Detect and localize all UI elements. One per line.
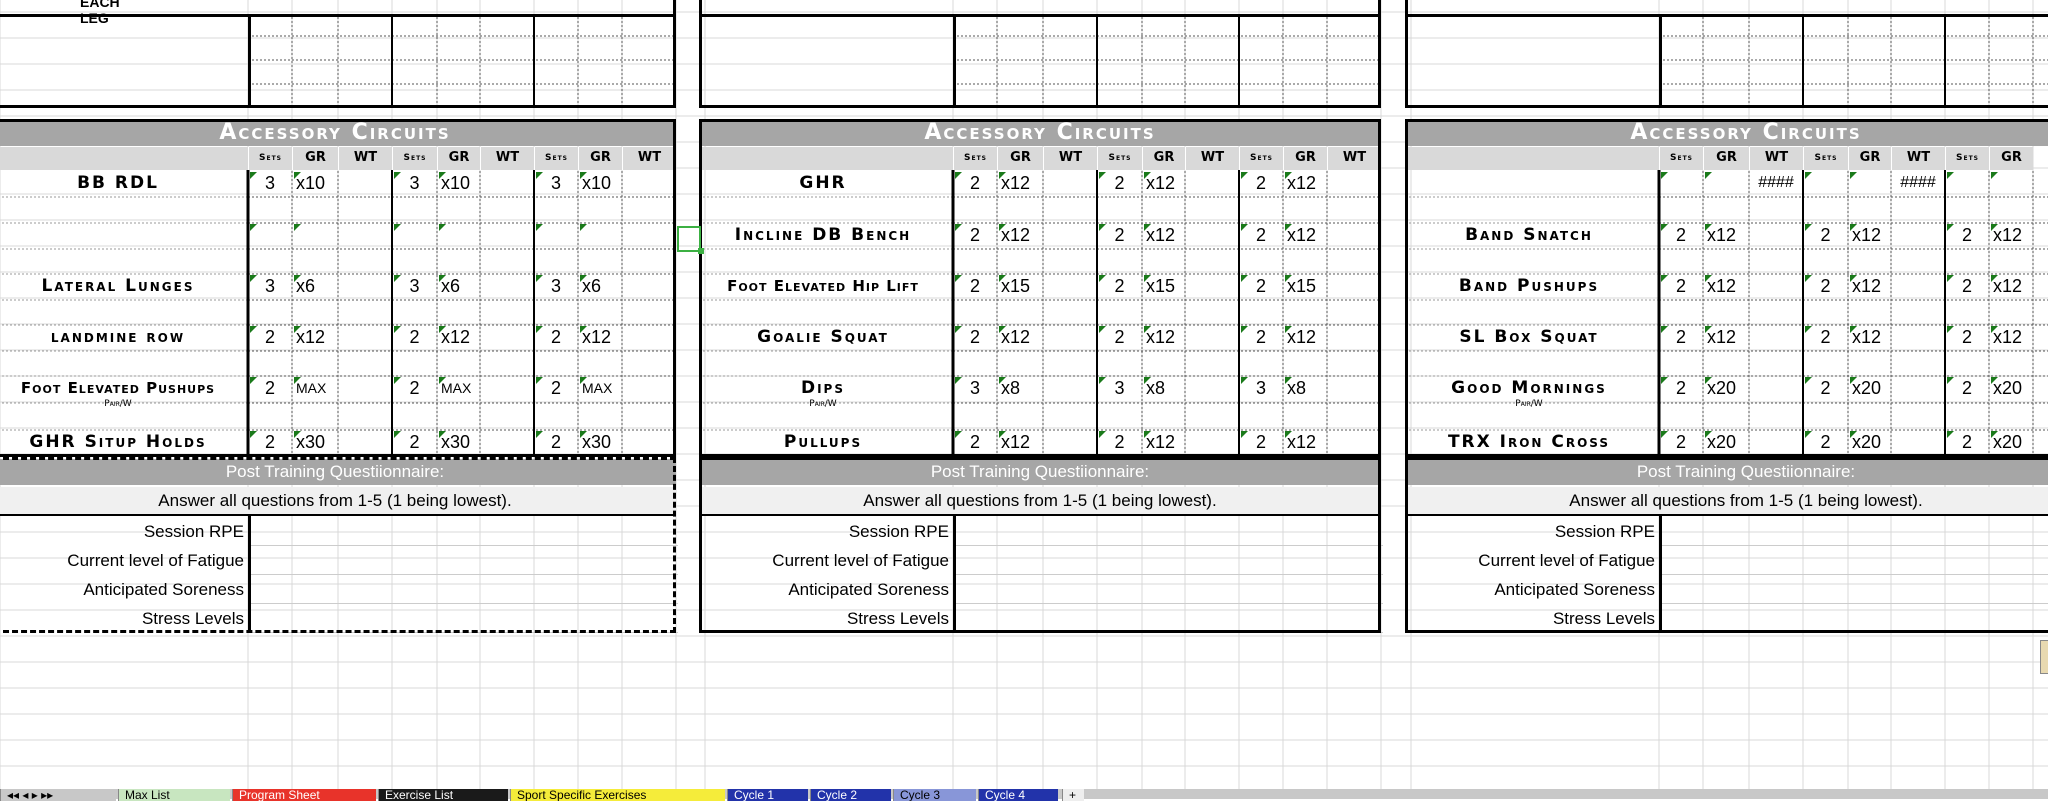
- sheet-tab-bar: ◂◂ ◂ ▸ ▸▸ Max List Program Sheet Exercise L…: [0, 789, 2048, 801]
- selection-handle[interactable]: [698, 248, 704, 254]
- sheet-tab[interactable]: Program Sheet: [232, 789, 376, 801]
- add-sheet-button[interactable]: +: [1062, 789, 1084, 801]
- sheet-tab[interactable]: Cycle 1: [727, 789, 808, 801]
- sheet-tab[interactable]: Cycle 3: [893, 789, 976, 801]
- sheet-tab[interactable]: Cycle 2: [810, 789, 891, 801]
- comment-icon[interactable]: [2040, 640, 2048, 674]
- sheet-tab[interactable]: Sport Specific Exercises: [510, 789, 725, 801]
- each-leg-label: EACH LEG: [80, 0, 120, 26]
- sheet-tab[interactable]: Max List: [118, 789, 230, 801]
- tab-scroll-controls[interactable]: ◂◂ ◂ ▸ ▸▸: [0, 789, 116, 801]
- sheet-tab[interactable]: Cycle 4: [978, 789, 1058, 801]
- sheet-tab[interactable]: Exercise List: [378, 789, 508, 801]
